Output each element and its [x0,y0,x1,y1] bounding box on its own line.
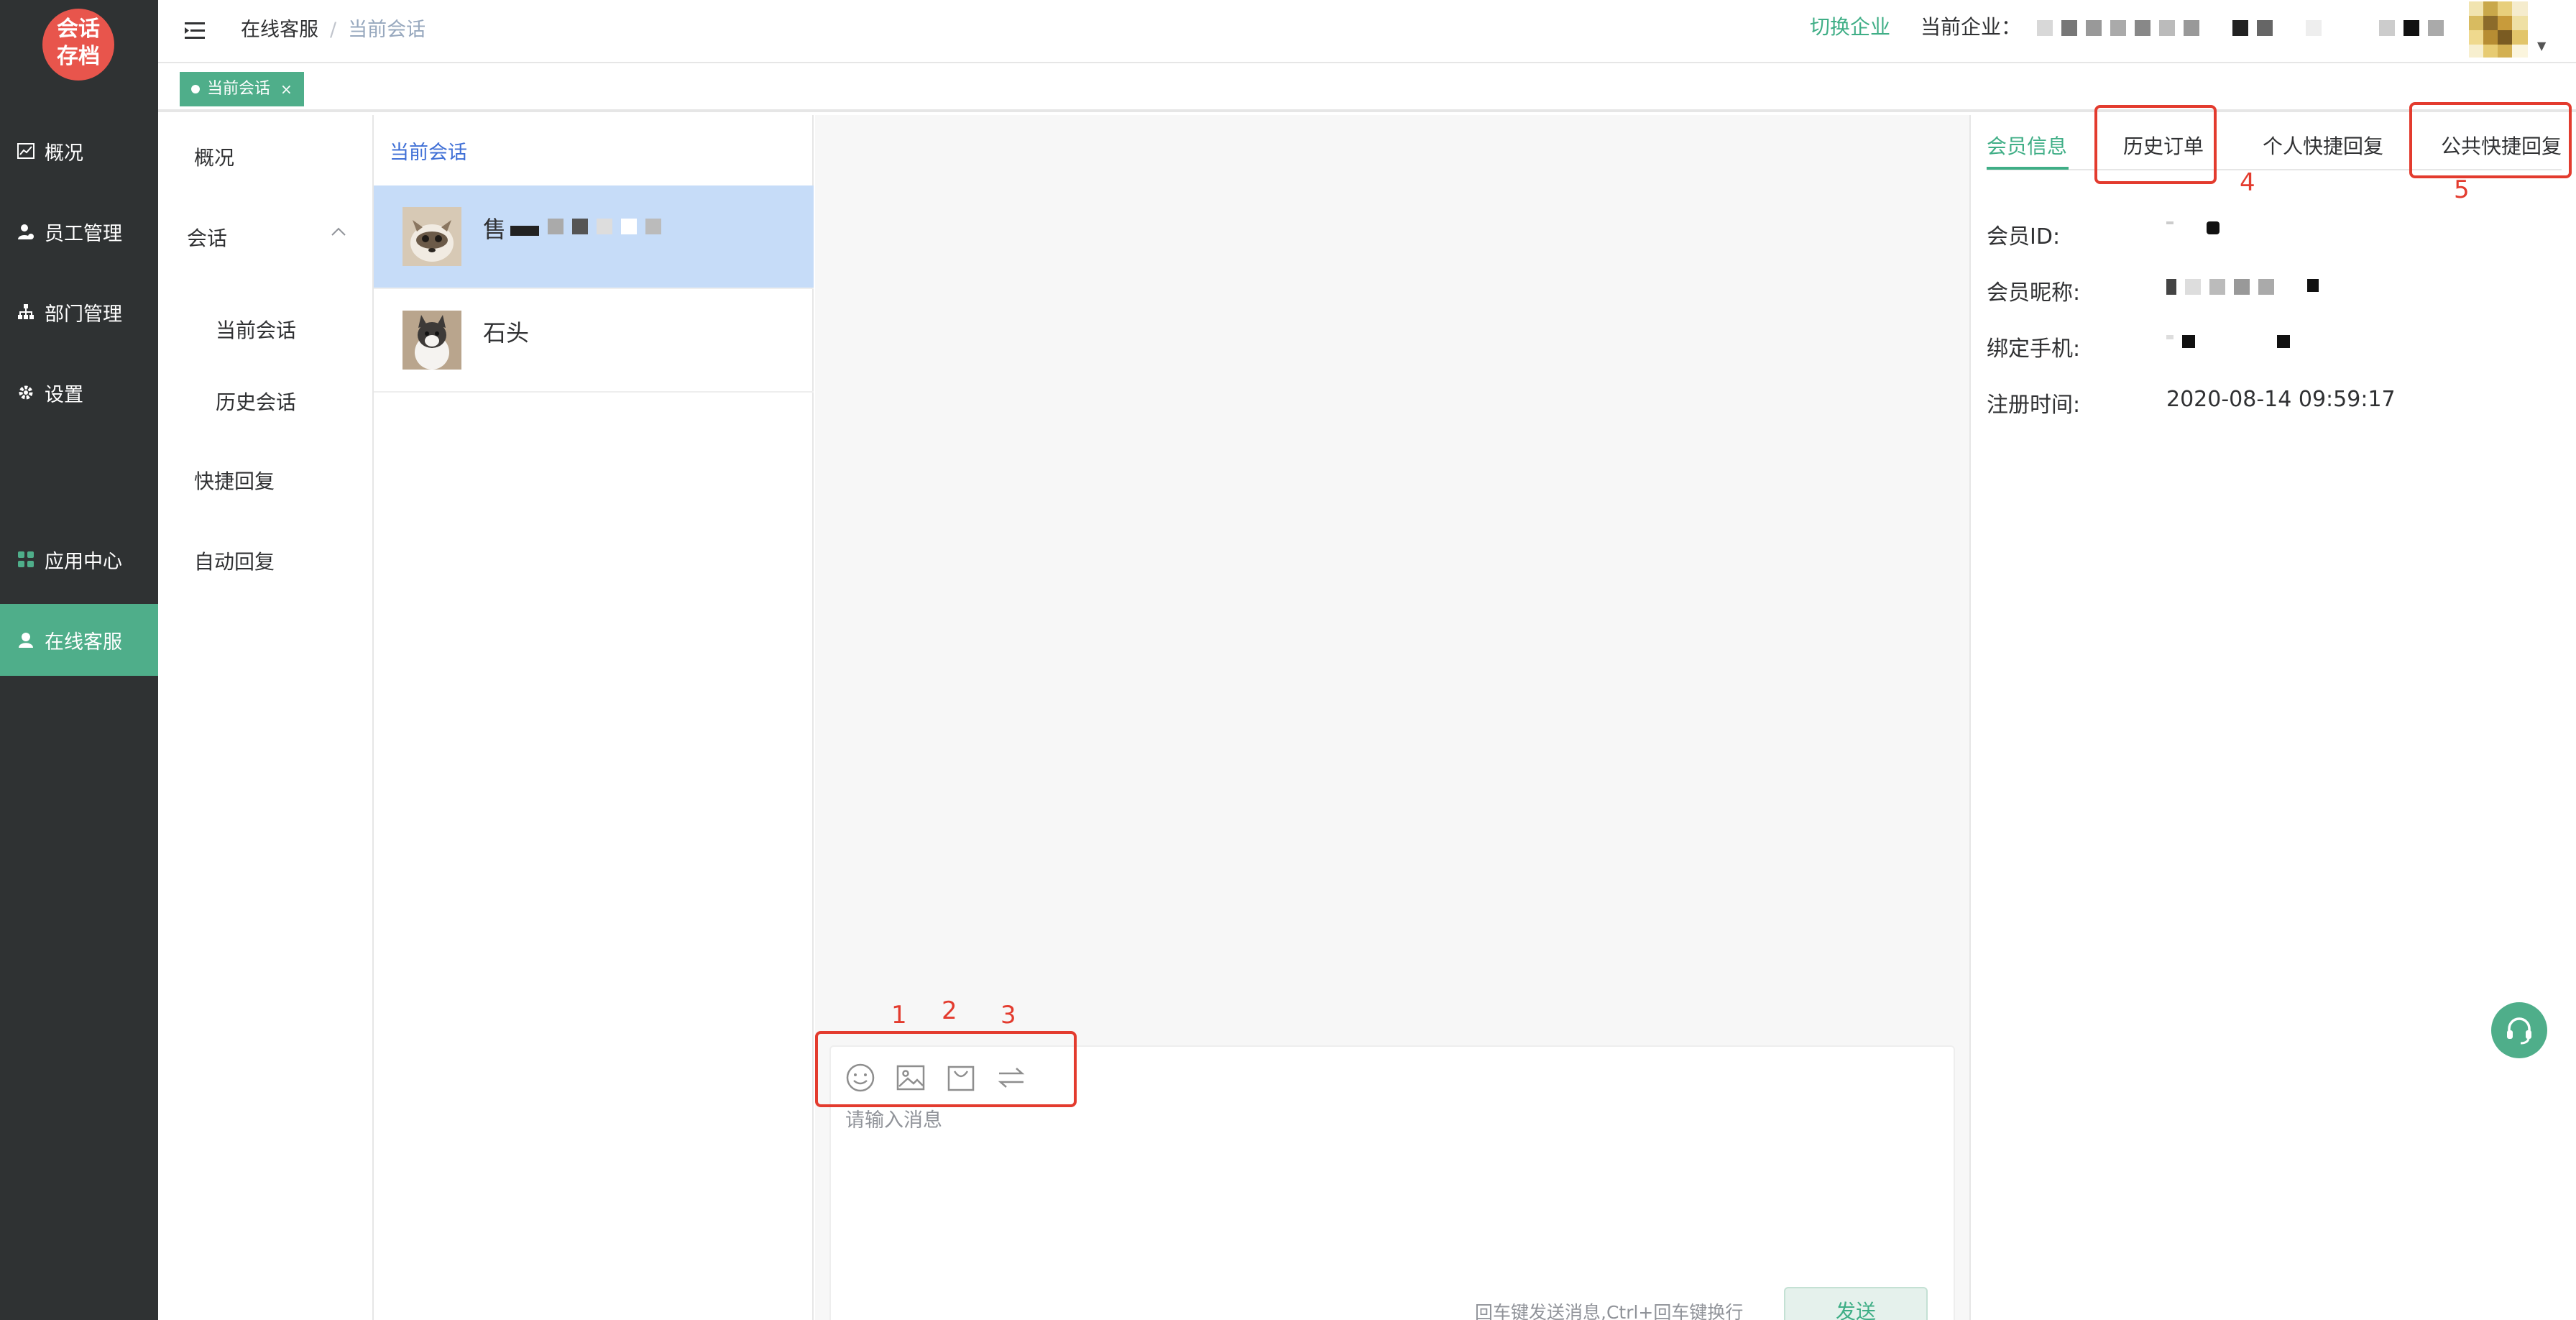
logo-line1: 会话 [57,17,100,42]
menu-toggle-icon[interactable] [183,19,208,43]
session-list: 当前会话 售 石头 [374,115,814,1320]
nav-item-apps[interactable]: 应用中心 [0,523,158,595]
member-panel: 会员信息 历史订单 个人快捷回复 公共快捷回复 4 5 会员ID: 会员昵称: … [1969,102,2576,1320]
annotation-number: 4 [2240,168,2255,197]
active-tab-indicator [1987,167,2069,170]
nav-label: 员工管理 [45,222,122,245]
session-item[interactable]: 石头 [374,289,814,393]
logo-line2: 存档 [57,44,100,69]
submenu-current-session[interactable]: 当前会话 [216,315,296,344]
breadcrumb: 在线客服 / 当前会话 [241,16,426,45]
gear-icon [17,384,34,401]
redacted-member-nickname [2166,279,2319,299]
send-hint: 回车键发送消息,Ctrl+回车键换行 [1475,1302,1744,1320]
close-icon[interactable]: × [280,72,293,106]
app-logo[interactable]: 会话 存档 [42,9,114,81]
message-input[interactable] [845,1104,1938,1248]
tag-current-session[interactable]: 当前会话 × [180,72,304,106]
tag-dot-icon [191,85,200,93]
headset-icon[interactable] [2491,1002,2547,1058]
support-icon [17,631,34,648]
annotation-box-history-orders [2094,105,2217,184]
tab-member-info[interactable]: 会员信息 [1987,131,2067,160]
nav-item-overview[interactable]: 概况 [0,115,158,187]
org-icon [17,303,34,321]
member-nickname-label: 会员昵称: [1987,280,2081,306]
redacted-session-name [510,219,661,239]
session-name: 石头 [483,319,530,347]
tag-label: 当前会话 [207,80,271,98]
breadcrumb-separator: / [330,19,337,41]
submenu-overview[interactable]: 概况 [194,142,234,171]
annotation-number: 1 [891,1001,907,1030]
chart-icon [17,142,34,160]
breadcrumb-item[interactable]: 在线客服 [241,19,318,41]
session-name: 售 [483,216,507,243]
user-icon [17,223,34,240]
session-item[interactable]: 售 [374,185,814,289]
top-header: 在线客服 / 当前会话 切换企业 当前企业： ▼ [158,0,2576,63]
caret-down-icon[interactable]: ▼ [2537,39,2546,52]
submenu-history-session[interactable]: 历史会话 [216,387,296,416]
annotation-box-toolbar [815,1031,1077,1107]
chevron-up-icon[interactable] [331,223,346,241]
annotation-number: 2 [942,996,957,1025]
nav-item-settings[interactable]: 设置 [0,357,158,428]
nav-label: 设置 [45,383,83,406]
nav-label: 在线客服 [45,631,122,654]
nav-label: 部门管理 [45,303,122,326]
main-nav: 会话 存档 概况 员工管理 部门管理 设置 应用中心 在线客服 [0,0,158,1320]
register-time-value: 2020-08-14 09:59:17 [2166,387,2396,412]
tab-personal-quick-reply[interactable]: 个人快捷回复 [2263,131,2383,160]
session-list-title: 当前会话 [390,142,467,164]
chat-area: 回车键发送消息,Ctrl+回车键换行 发送 1 2 3 [815,115,1969,1320]
current-enterprise-label: 当前企业： [1920,15,2022,39]
sub-menu: 概况 会话 当前会话 历史会话 快捷回复 自动回复 [158,115,374,1320]
redacted-enterprise-name [2037,20,2444,40]
annotation-box-public-quick-reply [2409,102,2572,178]
breadcrumb-current: 当前会话 [348,19,426,41]
switch-enterprise-link[interactable]: 切换企业 [1810,13,1890,42]
nav-item-staff[interactable]: 员工管理 [0,196,158,267]
submenu-auto-reply[interactable]: 自动回复 [194,546,275,575]
send-button[interactable]: 发送 [1784,1287,1928,1320]
redacted-member-id [2166,221,2220,242]
user-avatar[interactable] [2469,1,2528,58]
bound-phone-label: 绑定手机: [1987,336,2081,362]
register-time-label: 注册时间: [1987,393,2081,418]
member-id-label: 会员ID: [1987,224,2061,249]
nav-label: 概况 [45,142,83,165]
submenu-session[interactable]: 会话 [187,223,227,252]
session-avatar [402,311,461,370]
submenu-quick-reply[interactable]: 快捷回复 [194,466,275,495]
session-avatar [402,207,461,266]
nav-label: 应用中心 [45,550,122,573]
apps-icon [17,551,34,568]
redacted-bound-phone [2166,335,2290,355]
annotation-number: 3 [1000,1001,1016,1030]
nav-item-department[interactable]: 部门管理 [0,276,158,348]
annotation-number: 5 [2454,175,2470,204]
nav-item-online-service[interactable]: 在线客服 [0,604,158,676]
